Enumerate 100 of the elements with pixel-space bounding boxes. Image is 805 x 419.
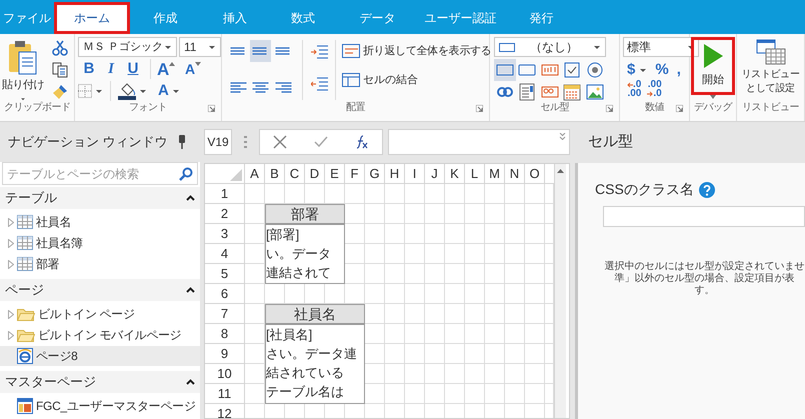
close-icon[interactable]	[273, 135, 288, 149]
sheet-cell[interactable]	[385, 224, 405, 244]
caret-icon[interactable]	[172, 88, 180, 94]
expand-arrow-icon[interactable]	[8, 330, 14, 340]
row-header[interactable]: 3	[205, 224, 245, 244]
outdent-icon[interactable]	[311, 75, 329, 93]
set-list-view-button[interactable]: リストビュー として設定	[737, 34, 804, 101]
sheet-cell[interactable]	[465, 364, 485, 384]
section-header[interactable]: テーブル	[0, 187, 200, 210]
sheet-cell[interactable]	[525, 364, 545, 384]
sheet-cell[interactable]	[485, 304, 505, 324]
sheet-cell[interactable]	[485, 264, 505, 284]
sheet-cell[interactable]	[485, 364, 505, 384]
sheet-cell[interactable]	[405, 304, 425, 324]
sheet-cell[interactable]	[485, 324, 505, 344]
tree-item[interactable]: 社員名簿	[0, 233, 200, 254]
column-header[interactable]: N	[505, 164, 525, 184]
column-header[interactable]: I	[405, 164, 425, 184]
paintbrush-icon[interactable]	[52, 84, 68, 100]
sheet-cell[interactable]	[385, 384, 405, 404]
sheet-cell[interactable]	[425, 284, 445, 304]
sheet-cell[interactable]	[525, 284, 545, 304]
section-header[interactable]: マスターページ	[0, 371, 200, 394]
sheet-cell[interactable]	[385, 264, 405, 284]
sheet-cell[interactable]	[405, 344, 425, 364]
sheet-cell[interactable]	[425, 184, 445, 204]
row-header[interactable]: 7	[205, 304, 245, 324]
expand-arrow-icon[interactable]	[8, 238, 14, 248]
sheet-cell[interactable]	[525, 204, 545, 224]
sheet-cell[interactable]	[425, 244, 445, 264]
sheet-cell[interactable]	[445, 224, 465, 244]
dialog-launcher-icon[interactable]	[208, 105, 215, 112]
sheet-cell[interactable]	[385, 364, 405, 384]
sheet-cell[interactable]	[365, 284, 385, 304]
column-header[interactable]: M	[485, 164, 505, 184]
function-icon[interactable]	[354, 135, 369, 149]
column-header[interactable]: K	[445, 164, 465, 184]
header-cell[interactable]: 部署	[265, 204, 345, 224]
sheet-cell[interactable]	[425, 324, 445, 344]
expand-arrow-icon[interactable]	[8, 310, 14, 319]
sheet-cell[interactable]	[245, 284, 265, 304]
sheet-cell[interactable]	[465, 184, 485, 204]
sheet-cell[interactable]	[505, 244, 525, 264]
tree-item[interactable]: FGC_ユーザーマスターページ	[0, 396, 200, 416]
sheet-cell[interactable]	[525, 264, 545, 284]
row-header[interactable]: 1	[205, 184, 245, 204]
sheet-cell[interactable]	[245, 184, 265, 204]
sheet-cell[interactable]	[405, 364, 425, 384]
sheet-cell[interactable]	[405, 224, 425, 244]
dialog-launcher-icon[interactable]	[606, 105, 613, 112]
shrink-font-button[interactable]: A	[185, 62, 209, 76]
row-header[interactable]: 5	[205, 264, 245, 284]
tree-item[interactable]: ビルトイン ページ	[0, 304, 200, 324]
row-header[interactable]: 10	[205, 364, 245, 384]
sheet-cell[interactable]	[385, 304, 405, 324]
merge-cells-button[interactable]: セルの結合	[342, 72, 418, 88]
dialog-launcher-icon[interactable]	[476, 105, 483, 112]
search-field[interactable]: テーブルとページの検索	[2, 162, 198, 186]
sheet-cell[interactable]	[445, 384, 465, 404]
sheet-cell[interactable]	[505, 184, 525, 204]
sheet-cell[interactable]	[505, 324, 525, 344]
paint-bucket-icon[interactable]	[118, 82, 136, 100]
tree-item[interactable]: ビルトイン モバイルページ	[0, 325, 200, 346]
cell-address-box[interactable]: V19	[204, 129, 232, 155]
sheet-cell[interactable]	[485, 244, 505, 264]
sheet-cell[interactable]	[485, 224, 505, 244]
underline-button[interactable]: U	[122, 58, 144, 80]
currency-button[interactable]: $	[627, 58, 636, 82]
column-header[interactable]: H	[385, 164, 405, 184]
cell-type-dropdown[interactable]: （なし）	[494, 37, 606, 57]
sheet-cell[interactable]	[505, 364, 525, 384]
sheet-cell[interactable]	[405, 324, 425, 344]
double-chevron-down-icon[interactable]	[559, 133, 566, 140]
dialog-launcher-icon[interactable]	[676, 105, 683, 112]
row-header[interactable]: 6	[205, 284, 245, 304]
sheet-cell[interactable]	[445, 304, 465, 324]
column-header[interactable]: E	[325, 164, 345, 184]
expand-arrow-icon[interactable]	[8, 260, 14, 269]
caret-icon[interactable]	[95, 88, 103, 94]
column-header[interactable]: L	[465, 164, 485, 184]
merged-cell[interactable]: [社員名] さい。データ連 結されている テーブル名は	[265, 324, 365, 404]
font-size-dropdown[interactable]: 11	[179, 37, 221, 57]
ribbon-tab[interactable]: ホーム	[54, 2, 130, 34]
sheet-cell[interactable]	[525, 304, 545, 324]
sheet-cell[interactable]	[405, 204, 425, 224]
sheet-cell[interactable]	[465, 284, 485, 304]
font-name-dropdown[interactable]: ＭＳ Ｐゴシック	[78, 37, 177, 57]
decrease-decimal-button[interactable]: .00 .0	[647, 80, 662, 98]
sheet-cell[interactable]	[485, 384, 505, 404]
sheet-cell[interactable]	[465, 264, 485, 284]
sheet-cell[interactable]	[405, 264, 425, 284]
sheet-cell[interactable]	[525, 384, 545, 404]
paste-button[interactable]: 貼り付け	[0, 34, 46, 101]
row-header[interactable]: 4	[205, 244, 245, 264]
sheet-cell[interactable]	[465, 344, 485, 364]
sheet-cell[interactable]	[465, 304, 485, 324]
sheet-cell[interactable]	[405, 384, 425, 404]
sheet-cell[interactable]	[365, 204, 385, 224]
sheet-cell[interactable]	[405, 184, 425, 204]
sheet-cell[interactable]	[445, 324, 465, 344]
